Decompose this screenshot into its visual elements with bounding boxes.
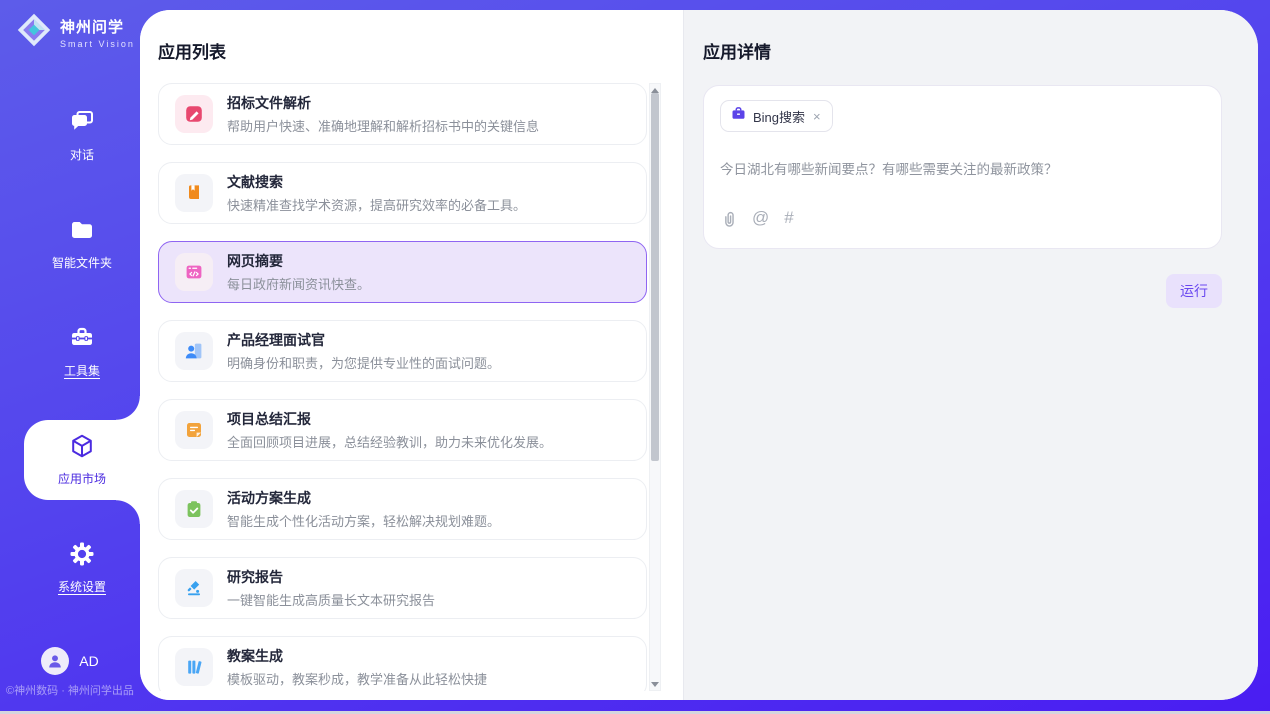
tool-chip-label: Bing搜索 — [753, 107, 805, 126]
app-list-item-research-report[interactable]: 研究报告 一键智能生成高质量长文本研究报告 — [158, 557, 647, 619]
paperclip-icon[interactable] — [720, 209, 737, 228]
app-list-panel: 应用列表 招标文件解析 — [140, 10, 683, 700]
user-name: AD — [79, 653, 98, 669]
app-list-item-interviewer[interactable]: 产品经理面试官 明确身份和职责，为您提供专业性的面试问题。 — [158, 320, 647, 382]
app-name: 教案生成 — [227, 646, 487, 666]
sidebar-item-settings[interactable]: 系统设置 — [24, 528, 140, 608]
project-summary-icon — [175, 411, 213, 449]
literature-search-icon — [175, 174, 213, 212]
app-list-viewport: 招标文件解析 帮助用户快速、准确地理解和解析招标书中的关键信息 — [158, 83, 661, 691]
app-list-item-lesson-plan[interactable]: 教案生成 模板驱动，教案秒成，教学准备从此轻松快捷 — [158, 636, 647, 691]
research-report-icon — [175, 569, 213, 607]
app-detail-card: Bing搜索 × 今日湖北有哪些新闻要点？有哪些需要关注的最新政策？ @ # — [703, 85, 1222, 249]
brand: 神州问学 Smart Vision — [16, 12, 135, 53]
run-row: 运行 — [703, 274, 1222, 308]
copyright-footer: ©神州数码 · 神州问学出品 — [0, 682, 140, 698]
sidebar: 神州问学 Smart Vision 对话 — [0, 0, 140, 711]
app-desc: 每日政府新闻资讯快查。 — [227, 274, 370, 293]
app-desc: 明确身份和职责，为您提供专业性的面试问题。 — [227, 353, 500, 372]
sidebar-item-app-market[interactable]: 应用市场 — [24, 420, 140, 500]
scroll-down-arrow-icon[interactable] — [650, 678, 660, 690]
user-avatar-icon[interactable] — [41, 647, 69, 675]
sidebar-item-chat[interactable]: 对话 — [24, 96, 140, 176]
sidebar-item-label: 系统设置 — [58, 578, 106, 595]
app-background: 神州问学 Smart Vision 对话 — [0, 0, 1270, 711]
at-icon[interactable]: @ — [752, 208, 769, 228]
sidebar-item-label: 对话 — [70, 146, 94, 163]
app-name: 文献搜索 — [227, 172, 526, 192]
app-list-item-activity-plan[interactable]: 活动方案生成 智能生成个性化活动方案，轻松解决规划难题。 — [158, 478, 647, 540]
app-list-rows: 招标文件解析 帮助用户快速、准确地理解和解析招标书中的关键信息 — [158, 83, 647, 691]
app-desc: 快速精准查找学术资源，提高研究效率的必备工具。 — [227, 195, 526, 214]
folder-icon — [69, 217, 95, 248]
app-list-title: 应用列表 — [158, 38, 226, 63]
app-name: 研究报告 — [227, 567, 435, 587]
app-detail-panel: 应用详情 Bing搜索 × 今日湖北有哪些新闻要点？有哪些需要关注的最新政策？ — [683, 10, 1258, 700]
tender-parse-icon — [175, 95, 213, 133]
main-content: 应用列表 招标文件解析 — [140, 10, 1258, 700]
prompt-text: 今日湖北有哪些新闻要点？有哪些需要关注的最新政策？ — [720, 158, 1205, 178]
app-desc: 帮助用户快速、准确地理解和解析招标书中的关键信息 — [227, 116, 539, 135]
sidebar-item-toolset[interactable]: 工具集 — [24, 312, 140, 392]
app-desc: 智能生成个性化活动方案，轻松解决规划难题。 — [227, 511, 500, 530]
sidebar-nav: 对话 智能文件夹 — [0, 96, 140, 636]
activity-plan-icon — [175, 490, 213, 528]
interviewer-icon — [175, 332, 213, 370]
briefcase-icon — [731, 106, 746, 126]
scrollbar-thumb[interactable] — [651, 93, 659, 461]
toolbox-icon — [69, 325, 95, 356]
app-name: 网页摘要 — [227, 251, 370, 271]
brand-name: 神州问学 — [60, 16, 135, 37]
app-desc: 模板驱动，教案秒成，教学准备从此轻松快捷 — [227, 669, 487, 688]
sidebar-item-smart-folders[interactable]: 智能文件夹 — [24, 204, 140, 284]
webpage-summary-icon — [175, 253, 213, 291]
user-row[interactable]: AD — [0, 647, 140, 675]
app-list-item-tender-parse[interactable]: 招标文件解析 帮助用户快速、准确地理解和解析招标书中的关键信息 — [158, 83, 647, 145]
composer-toolbar: @ # — [720, 208, 1205, 228]
lesson-plan-icon — [175, 648, 213, 686]
sidebar-item-label: 应用市场 — [58, 470, 106, 487]
app-name: 活动方案生成 — [227, 488, 500, 508]
app-desc: 一键智能生成高质量长文本研究报告 — [227, 590, 435, 609]
hash-icon[interactable]: # — [784, 208, 793, 228]
run-button[interactable]: 运行 — [1166, 274, 1222, 308]
sidebar-item-label: 工具集 — [64, 362, 100, 379]
app-list-item-webpage-summary[interactable]: 网页摘要 每日政府新闻资讯快查。 — [158, 241, 647, 303]
app-list-item-project-summary[interactable]: 项目总结汇报 全面回顾项目进展，总结经验教训，助力未来优化发展。 — [158, 399, 647, 461]
gear-icon — [69, 541, 95, 572]
diamond-logo-icon — [16, 12, 52, 53]
sidebar-item-label: 智能文件夹 — [52, 254, 112, 271]
cube-icon — [69, 433, 95, 464]
list-scrollbar — [649, 83, 661, 691]
app-detail-title: 应用详情 — [703, 38, 1222, 63]
brand-subtitle: Smart Vision — [60, 39, 135, 49]
app-name: 产品经理面试官 — [227, 330, 500, 350]
app-list-item-literature-search[interactable]: 文献搜索 快速精准查找学术资源，提高研究效率的必备工具。 — [158, 162, 647, 224]
chat-icon — [69, 109, 95, 140]
app-desc: 全面回顾项目进展，总结经验教训，助力未来优化发展。 — [227, 432, 552, 451]
chip-close-icon[interactable]: × — [812, 109, 822, 124]
tool-chip-bing-search[interactable]: Bing搜索 × — [720, 100, 833, 132]
app-name: 项目总结汇报 — [227, 409, 552, 429]
app-name: 招标文件解析 — [227, 93, 539, 113]
